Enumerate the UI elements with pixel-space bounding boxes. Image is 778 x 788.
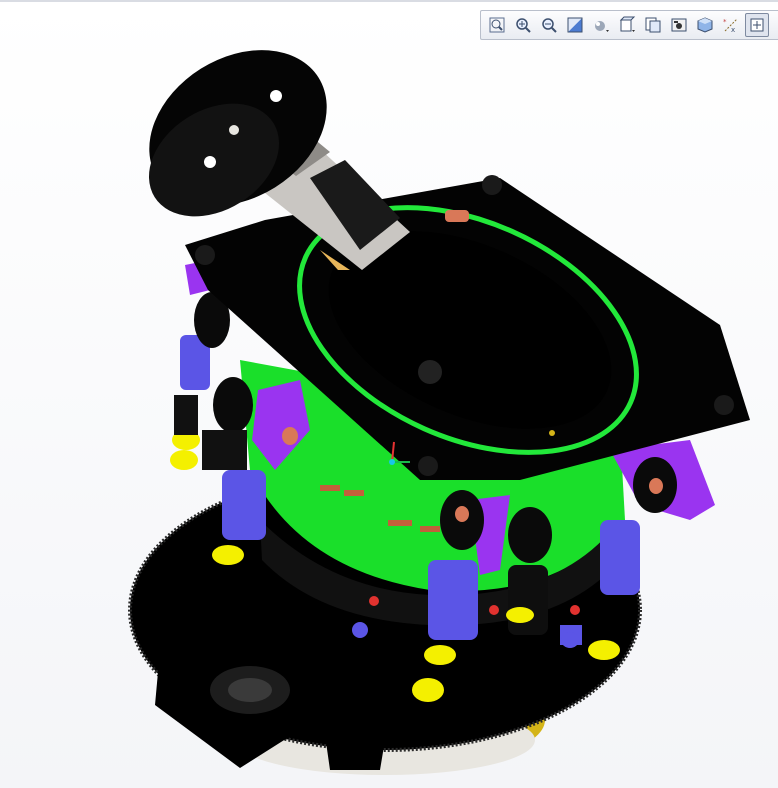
svg-text:*: * bbox=[723, 18, 727, 26]
3d-viewport[interactable]: * x bbox=[0, 0, 778, 788]
section-camera-icon bbox=[671, 18, 687, 32]
view-manager-icon bbox=[645, 17, 661, 33]
section-button[interactable] bbox=[667, 13, 691, 37]
datum-display-button[interactable]: * x bbox=[719, 13, 743, 37]
view-manager-button[interactable] bbox=[641, 13, 665, 37]
zoom-out-icon bbox=[542, 18, 557, 33]
zoom-in-button[interactable] bbox=[511, 13, 535, 37]
svg-text:x: x bbox=[731, 26, 735, 34]
orient-button[interactable] bbox=[693, 13, 717, 37]
cad-assembly-model[interactable] bbox=[0, 0, 778, 788]
saved-views-button[interactable] bbox=[615, 13, 639, 37]
zoom-in-icon bbox=[516, 18, 531, 33]
repaint-button[interactable] bbox=[563, 13, 587, 37]
zoom-fit-button[interactable] bbox=[485, 13, 509, 37]
spin-center-icon bbox=[750, 18, 764, 32]
orient-cube-icon bbox=[697, 17, 713, 33]
zoom-fit-icon bbox=[489, 17, 505, 33]
repaint-icon bbox=[567, 17, 583, 33]
display-style-button[interactable] bbox=[589, 13, 613, 37]
view-toolbar: * x bbox=[480, 10, 778, 40]
datum-display-icon: *x bbox=[723, 18, 738, 34]
spin-center-button[interactable] bbox=[745, 13, 769, 37]
display-style-icon bbox=[595, 21, 609, 32]
saved-views-icon bbox=[619, 16, 636, 32]
zoom-out-button[interactable] bbox=[537, 13, 561, 37]
